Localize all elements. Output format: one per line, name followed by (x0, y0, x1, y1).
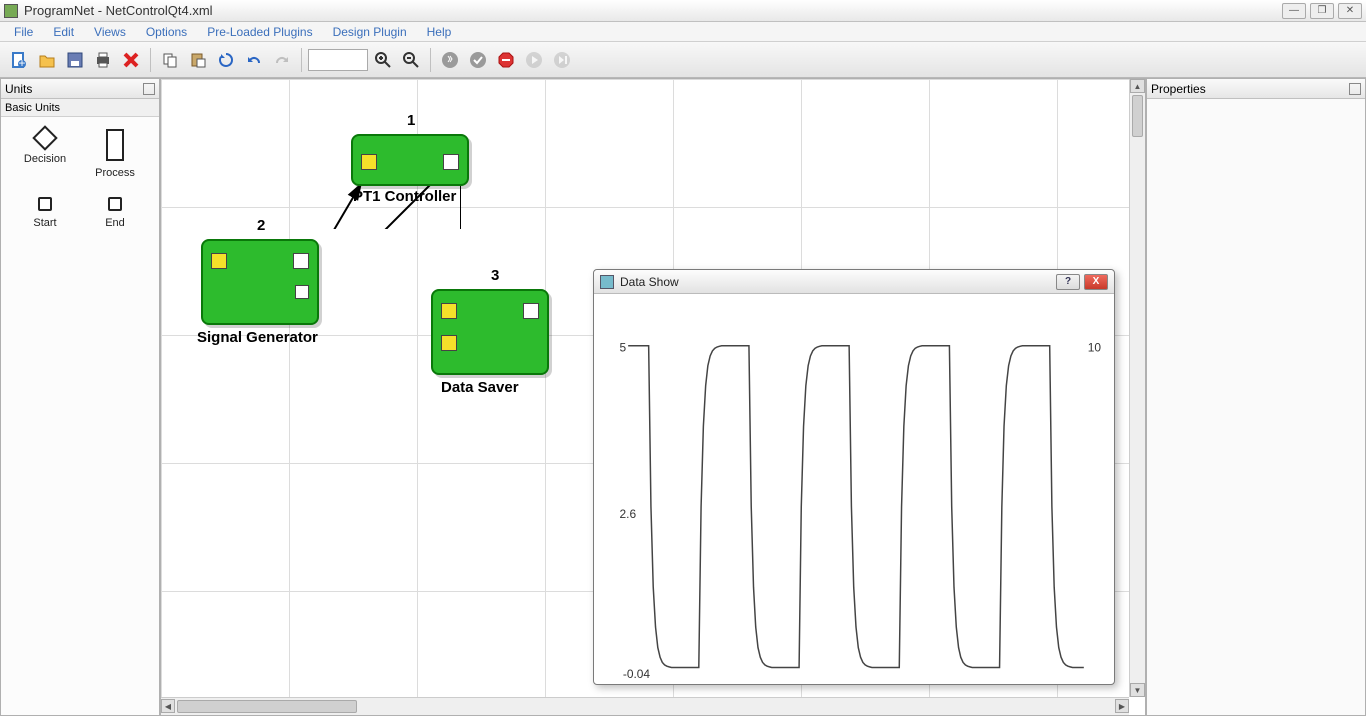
data-show-titlebar[interactable]: Data Show ? X (594, 270, 1114, 294)
paste-icon[interactable] (185, 47, 211, 73)
toolbar: + (0, 42, 1366, 78)
node-label: PT1 Controller (353, 188, 456, 205)
units-panel: Units Basic Units Decision Process Start… (0, 78, 160, 716)
properties-panel-title: Properties (1151, 82, 1206, 96)
canvas[interactable]: 1 PT1 Controller 2 Signal Generator 3 (160, 78, 1146, 716)
data-show-title: Data Show (620, 275, 1052, 289)
diamond-icon (32, 125, 57, 150)
y-tick-bot: -0.04 (623, 667, 651, 681)
node-data-saver[interactable]: 3 Data Saver (431, 289, 549, 375)
x-tick-right: 10 (1088, 341, 1102, 355)
node-pt1-controller[interactable]: 1 PT1 Controller (351, 134, 469, 186)
window-buttons: — ❐ ✕ (1282, 3, 1362, 19)
titlebar: ProgramNet - NetControlQt4.xml — ❐ ✕ (0, 0, 1366, 22)
palette-label: Start (33, 217, 56, 229)
data-show-icon (600, 275, 614, 289)
scroll-up-icon[interactable]: ▲ (1130, 79, 1145, 93)
redo-icon[interactable] (269, 47, 295, 73)
toolbar-separator (150, 48, 151, 72)
node-port[interactable] (441, 303, 457, 319)
node-port[interactable] (295, 285, 309, 299)
pin-icon[interactable] (1349, 83, 1361, 95)
check-icon[interactable] (465, 47, 491, 73)
data-show-plot: 5 2.6 -0.04 10 (594, 294, 1114, 684)
svg-text:+: + (18, 56, 25, 69)
node-number: 1 (407, 112, 415, 129)
menu-help[interactable]: Help (417, 23, 462, 41)
menu-preloaded[interactable]: Pre-Loaded Plugins (197, 23, 322, 41)
y-tick-mid: 2.6 (620, 507, 637, 521)
square-icon (108, 197, 122, 211)
main-layout: Units Basic Units Decision Process Start… (0, 78, 1366, 716)
basic-units-header[interactable]: Basic Units (1, 99, 159, 117)
horizontal-scrollbar[interactable]: ◀ ▶ (161, 697, 1129, 715)
node-number: 2 (257, 217, 265, 234)
menu-options[interactable]: Options (136, 23, 197, 41)
vertical-scrollbar[interactable]: ▲ ▼ (1129, 79, 1145, 697)
toolbar-separator (301, 48, 302, 72)
palette-start[interactable]: Start (13, 197, 77, 229)
delete-icon[interactable] (118, 47, 144, 73)
node-port[interactable] (443, 154, 459, 170)
copy-icon[interactable] (157, 47, 183, 73)
node-port[interactable] (293, 253, 309, 269)
y-tick-top: 5 (620, 341, 627, 355)
new-file-icon[interactable]: + (6, 47, 32, 73)
menu-file[interactable]: File (4, 23, 43, 41)
properties-panel-header: Properties (1147, 79, 1365, 99)
zoom-input[interactable] (308, 49, 368, 71)
minimize-button[interactable]: — (1282, 3, 1306, 19)
units-panel-title: Units (5, 82, 32, 96)
node-number: 3 (491, 267, 499, 284)
scrollbar-thumb[interactable] (177, 700, 357, 713)
step-icon[interactable] (549, 47, 575, 73)
scroll-down-icon[interactable]: ▼ (1130, 683, 1145, 697)
palette-label: End (105, 217, 125, 229)
open-folder-icon[interactable] (34, 47, 60, 73)
palette: Decision Process Start End (1, 117, 159, 241)
run-icon[interactable] (437, 47, 463, 73)
square-icon (38, 197, 52, 211)
node-port[interactable] (523, 303, 539, 319)
rectangle-icon (106, 129, 124, 161)
scroll-left-icon[interactable]: ◀ (161, 699, 175, 713)
palette-end[interactable]: End (83, 197, 147, 229)
toolbar-separator (430, 48, 431, 72)
window-title: ProgramNet - NetControlQt4.xml (24, 3, 1282, 18)
palette-process[interactable]: Process (83, 129, 147, 179)
menubar: File Edit Views Options Pre-Loaded Plugi… (0, 22, 1366, 42)
properties-panel: Properties (1146, 78, 1366, 716)
app-icon (4, 4, 18, 18)
node-signal-generator[interactable]: 2 Signal Generator (201, 239, 319, 325)
node-port[interactable] (441, 335, 457, 351)
zoom-out-icon[interactable] (398, 47, 424, 73)
units-panel-header: Units (1, 79, 159, 99)
scroll-right-icon[interactable]: ▶ (1115, 699, 1129, 713)
save-icon[interactable] (62, 47, 88, 73)
pin-icon[interactable] (143, 83, 155, 95)
refresh-icon[interactable] (213, 47, 239, 73)
undo-icon[interactable] (241, 47, 267, 73)
palette-decision[interactable]: Decision (13, 129, 77, 179)
node-label: Data Saver (441, 379, 519, 396)
data-show-window[interactable]: Data Show ? X 5 2.6 -0.04 10 (593, 269, 1115, 685)
zoom-in-icon[interactable] (370, 47, 396, 73)
node-port[interactable] (211, 253, 227, 269)
maximize-button[interactable]: ❐ (1310, 3, 1334, 19)
print-icon[interactable] (90, 47, 116, 73)
stop-icon[interactable] (493, 47, 519, 73)
play-icon[interactable] (521, 47, 547, 73)
palette-label: Decision (24, 153, 66, 165)
menu-edit[interactable]: Edit (43, 23, 84, 41)
menu-design[interactable]: Design Plugin (323, 23, 417, 41)
node-label: Signal Generator (197, 329, 318, 346)
plot-svg: 5 2.6 -0.04 10 (594, 294, 1114, 684)
data-show-close-button[interactable]: X (1084, 274, 1108, 290)
node-port[interactable] (361, 154, 377, 170)
close-button[interactable]: ✕ (1338, 3, 1362, 19)
scrollbar-thumb[interactable] (1132, 95, 1143, 137)
data-show-help-button[interactable]: ? (1056, 274, 1080, 290)
palette-label: Process (95, 167, 135, 179)
menu-views[interactable]: Views (84, 23, 136, 41)
